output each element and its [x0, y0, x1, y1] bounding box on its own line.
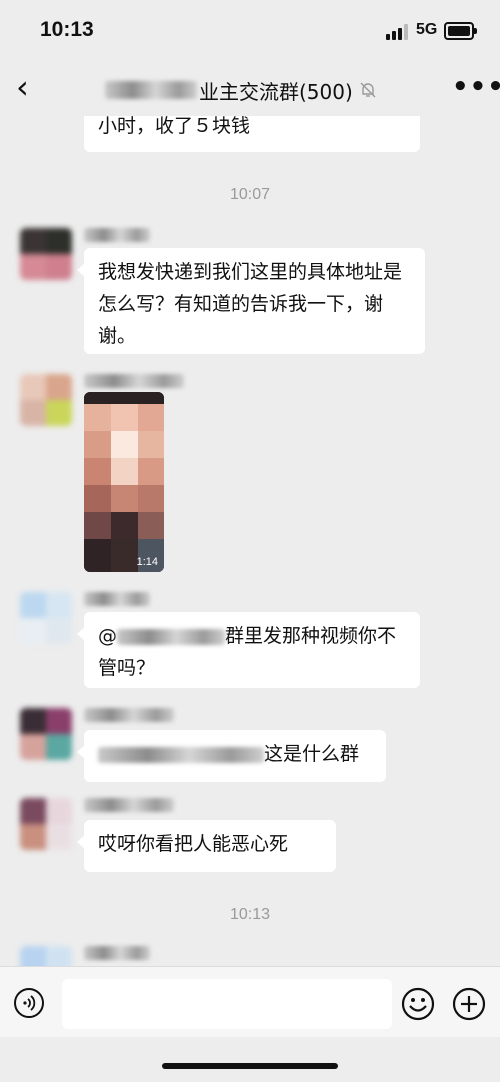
sender-name [84, 946, 150, 960]
avatar[interactable] [20, 374, 72, 426]
video-message[interactable]: 1:14 [84, 392, 164, 572]
message-list[interactable]: 小时，收了５块钱 10:07 我想发快递到我们这里的具体地址是怎么写？有知道的告… [0, 116, 500, 966]
chat-title[interactable]: 业主交流群(500) [105, 76, 377, 104]
avatar[interactable] [20, 946, 72, 966]
sender-name [84, 708, 174, 722]
message-bubble[interactable]: @ 群里发那种视频你不管吗？ [77, 612, 420, 688]
status-time: 10:13 [40, 18, 94, 41]
status-bar: 10:13 5G [0, 0, 500, 62]
plus-icon[interactable] [451, 986, 487, 1022]
timestamp: 10:07 [229, 186, 271, 203]
message-text: 这是什么群 [264, 743, 360, 765]
more-button[interactable]: ••• [452, 72, 500, 102]
bell-mute-icon [360, 82, 376, 98]
message-input[interactable] [62, 979, 392, 1029]
avatar[interactable] [20, 798, 72, 850]
chat-title-text: 业主交流群(500) [199, 79, 353, 104]
sender-name [84, 798, 174, 812]
message-bubble[interactable]: 我想发快递到我们这里的具体地址是怎么写？有知道的告诉我一下，谢谢。 [77, 248, 425, 354]
chevron-left-icon[interactable]: ‹ [16, 71, 44, 103]
redacted-group-name [105, 81, 197, 99]
message-text: 哎呀你看把人能恶心死 [98, 833, 289, 855]
avatar[interactable] [20, 592, 72, 644]
redacted-mention [117, 628, 225, 645]
message-text: 我想发快递到我们这里的具体地址是怎么写？有知道的告诉我一下，谢谢。 [98, 261, 403, 347]
emoji-icon[interactable] [400, 986, 436, 1022]
avatar[interactable] [20, 228, 72, 280]
video-duration: 1:14 [136, 556, 158, 568]
input-bar [0, 966, 500, 1037]
message-text: 小时，收了５块钱 [98, 116, 251, 137]
message-bubble[interactable]: 小时，收了５块钱 [84, 116, 420, 152]
message-bubble[interactable]: 这是什么群 [77, 730, 386, 782]
signal-icon [386, 24, 410, 40]
timestamp: 10:13 [229, 906, 271, 923]
mention-prefix: @ [98, 625, 117, 647]
sender-name [84, 374, 184, 388]
message-bubble[interactable]: 哎呀你看把人能恶心死 [77, 820, 336, 872]
redacted-mention [98, 746, 264, 763]
battery-icon [444, 22, 477, 40]
sender-name [84, 592, 150, 606]
network-label: 5G [416, 21, 438, 38]
chat-header: ‹ 业主交流群(500) ••• [0, 62, 500, 116]
avatar[interactable] [20, 708, 72, 760]
sender-name [84, 228, 150, 242]
home-indicator [162, 1063, 338, 1069]
voice-icon[interactable] [14, 988, 44, 1018]
